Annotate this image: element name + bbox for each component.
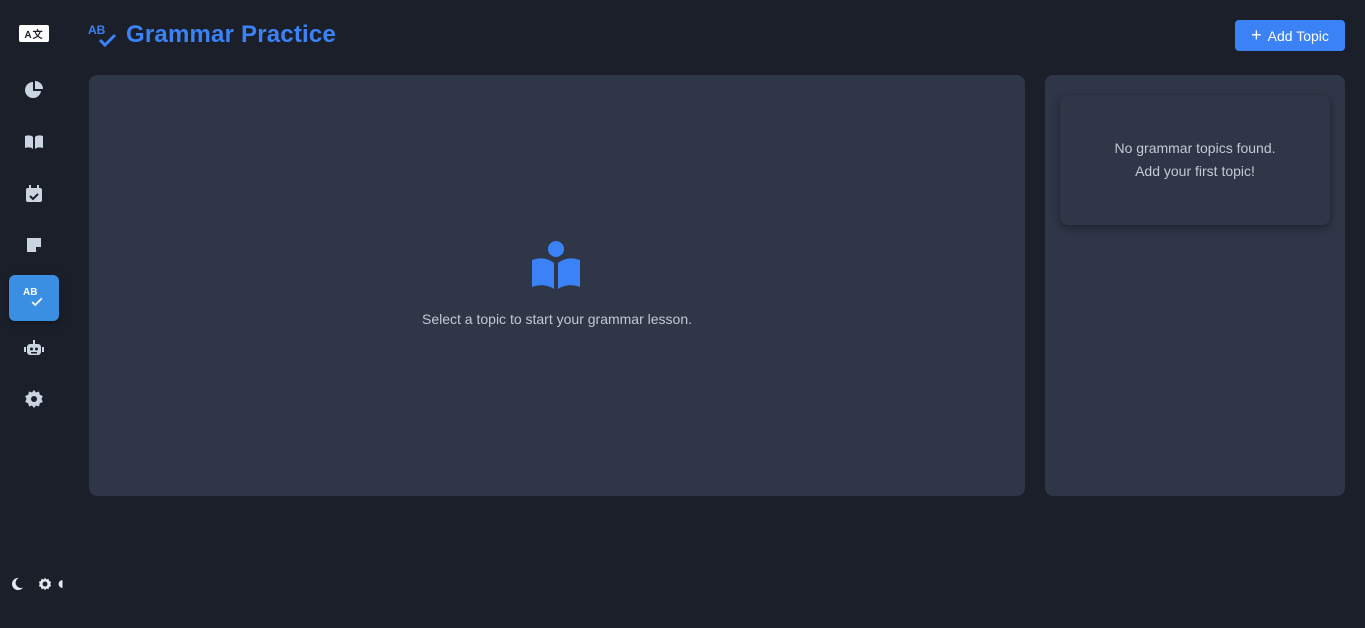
app-logo[interactable]: A文: [19, 25, 49, 42]
sidebar-item-vocabulary[interactable]: [9, 121, 59, 167]
add-topic-label: Add Topic: [1267, 27, 1329, 44]
calendar-check-icon: [24, 184, 44, 209]
empty-topics-card: No grammar topics found. Add your first …: [1060, 95, 1330, 225]
empty-topics-line2: Add your first topic!: [1135, 163, 1255, 179]
theme-controls: [10, 577, 67, 591]
lesson-panel: Select a topic to start your grammar les…: [89, 75, 1025, 496]
moon-icon[interactable]: [10, 577, 24, 591]
sidebar-item-schedule[interactable]: [9, 173, 59, 219]
page-title: Grammar Practice: [126, 21, 336, 48]
header-icon-label: AB: [88, 23, 106, 37]
sidebar-item-ai-assistant[interactable]: [9, 327, 59, 373]
half-moon-icon[interactable]: [58, 577, 67, 591]
book-reader-icon: [531, 240, 581, 290]
plus-icon: +: [1251, 24, 1262, 45]
robot-icon: [24, 338, 44, 363]
empty-topics-line1: No grammar topics found.: [1114, 140, 1276, 156]
pie-chart-icon: [24, 80, 44, 105]
topics-panel: No grammar topics found. Add your first …: [1045, 75, 1345, 496]
spell-check-icon: AB: [23, 287, 45, 309]
add-topic-button[interactable]: + Add Topic: [1235, 20, 1345, 51]
spell-check-icon: AB: [88, 22, 118, 50]
empty-lesson-message: Select a topic to start your grammar les…: [422, 311, 692, 327]
sidebar-item-grammar[interactable]: AB: [9, 275, 59, 321]
book-open-icon: [24, 132, 44, 157]
sidebar-item-notes[interactable]: [9, 224, 59, 270]
sticky-note-icon: [24, 235, 44, 260]
sidebar: A文 AB: [0, 0, 70, 628]
sidebar-item-settings[interactable]: [9, 378, 59, 424]
sidebar-item-dashboard[interactable]: [9, 69, 59, 115]
gear-icon: [24, 389, 44, 414]
sun-gear-icon[interactable]: [38, 577, 52, 591]
